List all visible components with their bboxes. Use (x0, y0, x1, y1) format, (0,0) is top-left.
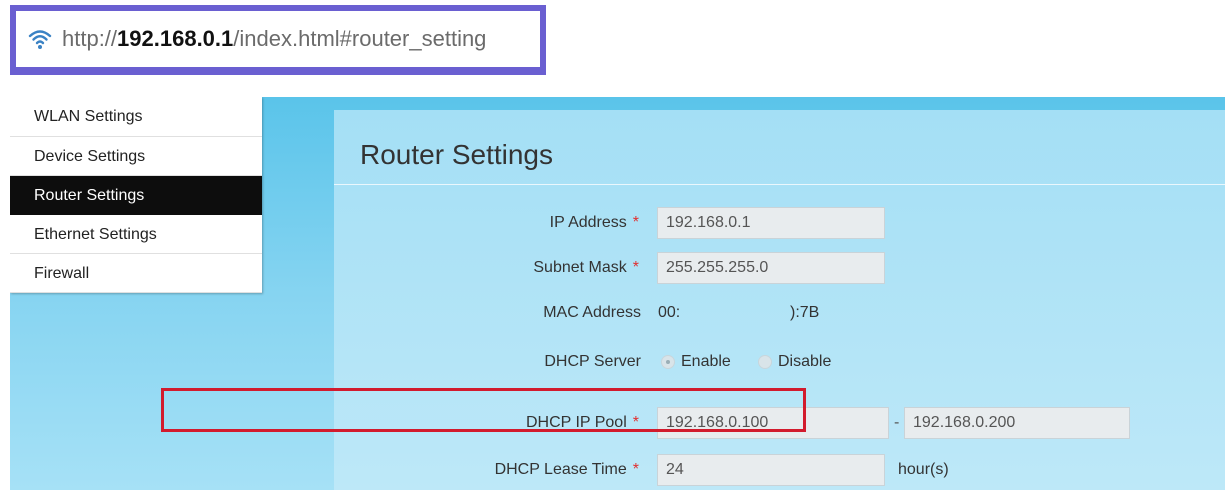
dhcp-server-row: DHCP Server Enable Disable (334, 346, 1225, 378)
subnet-mask-row: Subnet Mask * 255.255.255.0 (334, 252, 1225, 284)
wifi-icon (28, 30, 52, 49)
lease-time-unit: hour(s) (898, 461, 949, 478)
disable-radio[interactable] (758, 354, 772, 369)
router-settings-content: Router Settings IP Address * 192.168.0.1 … (334, 110, 1225, 490)
page-title: Router Settings (360, 139, 553, 170)
menu-item-ethernet-settings[interactable]: Ethernet Settings (10, 215, 262, 254)
subnet-mask-input[interactable]: 255.255.255.0 (657, 252, 885, 284)
enable-radio[interactable] (661, 354, 675, 369)
mac-address-label: MAC Address (543, 304, 641, 321)
subnet-mask-label: Subnet Mask * (533, 259, 639, 276)
menu-item-device-settings[interactable]: Device Settings (10, 137, 262, 176)
ip-address-label: IP Address * (549, 214, 639, 231)
dhcp-server-label: DHCP Server (544, 353, 641, 370)
sidebar-menu: WLAN Settings Device Settings Router Set… (10, 97, 262, 293)
ip-address-row: IP Address * 192.168.0.1 (334, 207, 1225, 239)
content-header: Router Settings (334, 110, 1225, 185)
required-mark: * (632, 461, 639, 478)
dhcp-disable-option[interactable]: Disable (758, 346, 831, 378)
address-bar: http://192.168.0.1/index.html#router_set… (10, 5, 546, 75)
address-bar-field[interactable]: http://192.168.0.1/index.html#router_set… (16, 11, 540, 67)
mac-address-value-start: 00: (658, 304, 681, 321)
required-mark: * (632, 214, 639, 231)
dhcp-enable-option[interactable]: Enable (661, 346, 731, 378)
mac-address-value-end: ):7B (790, 304, 820, 321)
dhcp-lease-time-row: DHCP Lease Time * 24 hour(s) (334, 454, 1225, 486)
dhcp-pool-end-input[interactable]: 192.168.0.200 (904, 407, 1130, 439)
menu-item-firewall[interactable]: Firewall (10, 254, 262, 293)
menu-item-router-settings[interactable]: Router Settings (10, 176, 262, 215)
dhcp-lease-time-label: DHCP Lease Time * (494, 461, 639, 478)
router-panel: WLAN Settings Device Settings Router Set… (10, 97, 1225, 490)
url-text: http://192.168.0.1/index.html#router_set… (62, 26, 487, 51)
mac-address-row: MAC Address 00: ):7B (334, 297, 1225, 329)
ip-address-input[interactable]: 192.168.0.1 (657, 207, 885, 239)
menu-item-wlan-settings[interactable]: WLAN Settings (10, 97, 262, 137)
required-mark: * (632, 259, 639, 276)
dhcp-lease-time-input[interactable]: 24 (657, 454, 885, 486)
highlight-box (161, 388, 806, 432)
pool-separator: - (894, 414, 900, 431)
